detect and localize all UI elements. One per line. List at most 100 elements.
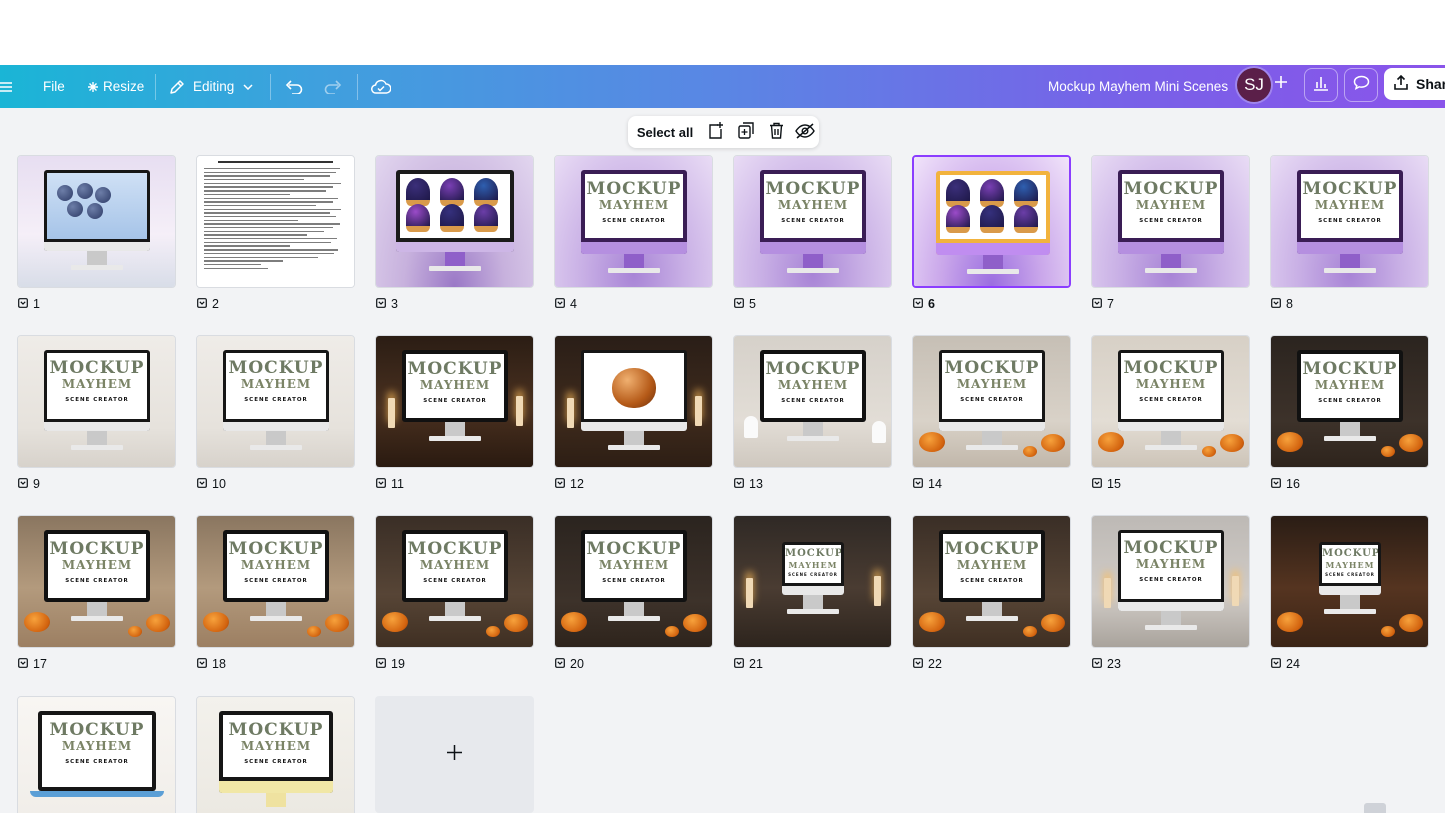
page-card[interactable]: MOCKUP MAYHEM SCENE CREATOR 10 <box>196 335 355 491</box>
page-card[interactable]: 12 <box>554 335 713 491</box>
page-notes-icon[interactable] <box>913 657 923 671</box>
page-card[interactable]: MOCKUP MAYHEM SCENE CREATOR 13 <box>733 335 892 491</box>
page-thumbnail[interactable] <box>17 155 176 288</box>
undo-button[interactable] <box>285 65 303 108</box>
page-card[interactable]: 6 <box>912 155 1071 311</box>
add-collaborator-button[interactable] <box>1266 68 1296 100</box>
resize-button[interactable]: Resize <box>88 65 144 108</box>
page-notes-icon[interactable] <box>913 297 923 311</box>
page-notes-icon[interactable] <box>913 477 923 491</box>
page-card[interactable]: MOCKUP MAYHEM SCENE CREATOR 8 <box>1270 155 1429 311</box>
page-thumbnail[interactable]: MOCKUP MAYHEM SCENE CREATOR <box>1091 515 1250 648</box>
page-card[interactable]: MOCKUP MAYHEM SCENE CREATOR 19 <box>375 515 534 671</box>
page-notes-icon[interactable] <box>1092 477 1102 491</box>
add-page-button[interactable] <box>701 122 731 142</box>
page-thumbnail[interactable]: MOCKUP MAYHEM SCENE CREATOR <box>733 335 892 468</box>
page-notes-icon[interactable] <box>1271 657 1281 671</box>
page-thumbnail[interactable]: MOCKUP MAYHEM SCENE CREATOR <box>912 335 1071 468</box>
page-card[interactable]: MOCKUP MAYHEM SCENE CREATOR 7 <box>1091 155 1250 311</box>
redo-button[interactable] <box>324 65 342 108</box>
editing-mode-dropdown[interactable]: Editing <box>169 65 253 108</box>
page-notes-icon[interactable] <box>197 477 207 491</box>
design-title[interactable]: Mockup Mayhem Mini Scenes <box>1048 65 1228 108</box>
delete-page-button[interactable] <box>761 122 791 142</box>
page-notes-icon[interactable] <box>1092 657 1102 671</box>
page-card[interactable]: MOCKUP MAYHEM SCENE CREATOR 20 <box>554 515 713 671</box>
page-card[interactable]: 2 <box>196 155 355 311</box>
page-card[interactable]: MOCKUP MAYHEM SCENE CREATOR 18 <box>196 515 355 671</box>
hide-page-button[interactable] <box>791 122 819 142</box>
share-button[interactable]: Share <box>1384 68 1445 100</box>
page-card[interactable]: MOCKUP MAYHEM SCENE CREATOR 16 <box>1270 335 1429 491</box>
page-thumbnail[interactable]: MOCKUP MAYHEM SCENE CREATOR <box>17 515 176 648</box>
page-card[interactable]: MOCKUP MAYHEM SCENE CREATOR 14 <box>912 335 1071 491</box>
page-notes-icon[interactable] <box>1271 477 1281 491</box>
page-thumbnail[interactable] <box>375 155 534 288</box>
page-notes-icon[interactable] <box>1271 297 1281 311</box>
page-thumbnail[interactable]: MOCKUP MAYHEM SCENE CREATOR <box>554 155 713 288</box>
page-notes-icon[interactable] <box>555 657 565 671</box>
page-card[interactable]: MOCKUP MAYHEM SCENE CREATOR 21 <box>733 515 892 671</box>
cupcake <box>440 204 464 232</box>
page-card[interactable]: MOCKUP MAYHEM SCENE CREATOR 23 <box>1091 515 1250 671</box>
page-notes-icon[interactable] <box>197 297 207 311</box>
page-card[interactable]: MOCKUP MAYHEM SCENE CREATOR 15 <box>1091 335 1250 491</box>
page-notes-icon[interactable] <box>555 477 565 491</box>
page-thumbnail[interactable]: MOCKUP MAYHEM SCENE CREATOR <box>196 335 355 468</box>
page-notes-icon[interactable] <box>1092 297 1102 311</box>
chevron-down-icon <box>243 83 253 90</box>
grid-view-toggle[interactable] <box>1364 803 1386 813</box>
select-all-button[interactable]: Select all <box>629 125 701 140</box>
page-card[interactable]: MOCKUP MAYHEM SCENE CREATOR 4 <box>554 155 713 311</box>
page-thumbnail[interactable]: MOCKUP MAYHEM SCENE CREATOR <box>196 696 355 813</box>
page-card[interactable]: MOCKUP MAYHEM SCENE CREATOR 24 <box>1270 515 1429 671</box>
page-notes-icon[interactable] <box>734 657 744 671</box>
page-thumbnail[interactable]: MOCKUP MAYHEM SCENE CREATOR <box>1091 335 1250 468</box>
page-thumbnail[interactable]: MOCKUP MAYHEM SCENE CREATOR <box>554 515 713 648</box>
page-thumbnail[interactable]: MOCKUP MAYHEM SCENE CREATOR <box>1270 155 1429 288</box>
page-notes-icon[interactable] <box>197 657 207 671</box>
insights-button[interactable] <box>1304 68 1338 102</box>
page-notes-icon[interactable] <box>18 477 28 491</box>
page-thumbnail[interactable]: MOCKUP MAYHEM SCENE CREATOR <box>733 155 892 288</box>
page-notes-icon[interactable] <box>376 477 386 491</box>
page-card[interactable]: MOCKUP MAYHEM SCENE CREATOR 5 <box>733 155 892 311</box>
page-card[interactable]: MOCKUP MAYHEM SCENE CREATOR <box>196 696 355 813</box>
page-card[interactable]: MOCKUP MAYHEM SCENE CREATOR 17 <box>17 515 176 671</box>
page-thumbnail[interactable]: MOCKUP MAYHEM SCENE CREATOR <box>17 335 176 468</box>
page-notes-icon[interactable] <box>18 297 28 311</box>
page-thumbnail[interactable]: MOCKUP MAYHEM SCENE CREATOR <box>17 696 176 813</box>
save-status-button[interactable] <box>371 65 391 108</box>
page-thumbnail[interactable]: MOCKUP MAYHEM SCENE CREATOR <box>733 515 892 648</box>
page-card[interactable]: 1 <box>17 155 176 311</box>
page-card[interactable]: MOCKUP MAYHEM SCENE CREATOR <box>17 696 176 813</box>
page-thumbnail[interactable]: MOCKUP MAYHEM SCENE CREATOR <box>375 335 534 468</box>
duplicate-page-button[interactable] <box>731 122 761 142</box>
document-text-line <box>204 249 339 251</box>
comments-button[interactable] <box>1344 68 1378 102</box>
page-card[interactable]: MOCKUP MAYHEM SCENE CREATOR 11 <box>375 335 534 491</box>
page-thumbnail[interactable]: MOCKUP MAYHEM SCENE CREATOR <box>1091 155 1250 288</box>
page-thumbnail[interactable]: MOCKUP MAYHEM SCENE CREATOR <box>1270 515 1429 648</box>
page-notes-icon[interactable] <box>734 477 744 491</box>
page-notes-icon[interactable] <box>376 657 386 671</box>
page-card[interactable]: MOCKUP MAYHEM SCENE CREATOR 9 <box>17 335 176 491</box>
page-thumbnail[interactable] <box>196 155 355 288</box>
page-notes-icon[interactable] <box>18 657 28 671</box>
editing-label: Editing <box>193 79 235 94</box>
add-page-tile[interactable] <box>375 696 534 813</box>
file-menu-button[interactable]: File <box>43 65 65 108</box>
page-thumbnail[interactable]: MOCKUP MAYHEM SCENE CREATOR <box>375 515 534 648</box>
menu-button[interactable] <box>0 65 14 108</box>
page-thumbnail[interactable]: MOCKUP MAYHEM SCENE CREATOR <box>196 515 355 648</box>
page-notes-icon[interactable] <box>555 297 565 311</box>
page-thumbnail[interactable] <box>554 335 713 468</box>
page-notes-icon[interactable] <box>734 297 744 311</box>
page-card[interactable]: MOCKUP MAYHEM SCENE CREATOR 22 <box>912 515 1071 671</box>
page-thumbnail[interactable] <box>912 155 1071 288</box>
page-notes-icon[interactable] <box>376 297 386 311</box>
page-card[interactable]: 3 <box>375 155 534 311</box>
page-thumbnail[interactable]: MOCKUP MAYHEM SCENE CREATOR <box>912 515 1071 648</box>
zoom-control-icon[interactable] <box>1408 803 1418 813</box>
page-thumbnail[interactable]: MOCKUP MAYHEM SCENE CREATOR <box>1270 335 1429 468</box>
